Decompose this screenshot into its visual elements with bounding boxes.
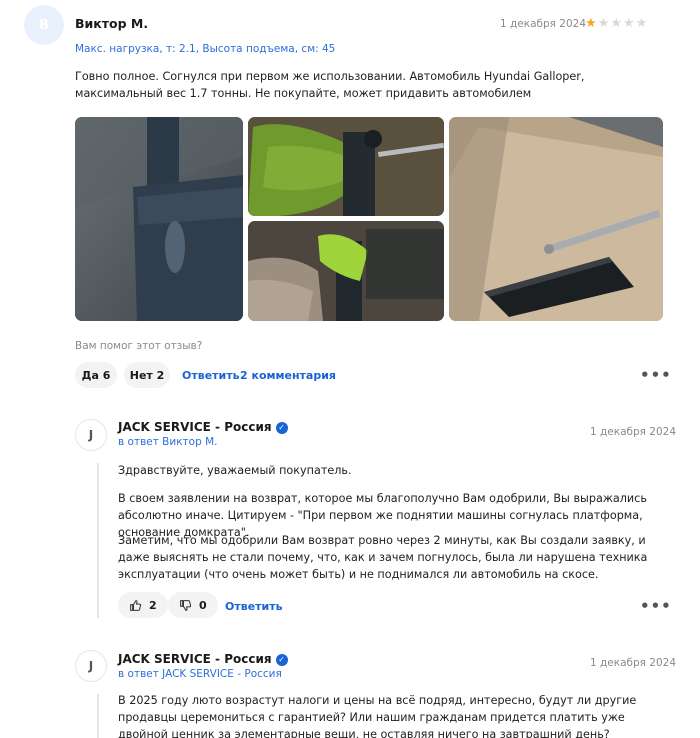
review-photo-2[interactable] <box>248 117 444 216</box>
review-author[interactable]: Виктор М. <box>75 16 148 31</box>
dislike-button[interactable]: 0 <box>168 592 218 618</box>
comment-author[interactable]: JACK SERVICE - Россия ✓ <box>118 652 288 666</box>
star-icon: ★ <box>597 16 610 31</box>
star-icon: ★ <box>610 16 622 31</box>
photo-2-image <box>248 117 444 216</box>
more-dots-icon[interactable]: ••• <box>640 597 672 615</box>
dislike-count: 0 <box>199 598 207 612</box>
comment-avatar: J <box>75 650 107 682</box>
photo-4-image <box>449 117 663 321</box>
comment-date: 1 декабря 2024 <box>590 657 677 669</box>
thumb-down-icon <box>180 599 192 611</box>
rating-stars: ★ ★ ★ ★ ★ <box>585 17 647 30</box>
comment-avatar: J <box>75 419 107 451</box>
review-photo-3[interactable] <box>248 221 444 321</box>
verified-check-icon: ✓ <box>275 421 288 434</box>
photo-3-image <box>248 221 444 321</box>
photo-1-image <box>75 117 243 321</box>
more-dots-icon[interactable]: ••• <box>640 366 672 384</box>
review-photo-1[interactable] <box>75 117 243 321</box>
comment-reply-to[interactable]: в ответ Виктор М. <box>118 436 217 448</box>
like-count: 2 <box>149 598 157 612</box>
review-photo-4[interactable] <box>449 117 663 321</box>
comments-count-link[interactable]: 2 комментария <box>240 369 336 382</box>
comment-date: 1 декабря 2024 <box>590 426 677 438</box>
verified-check-icon: ✓ <box>275 653 288 666</box>
helpful-yes-button[interactable]: Да 6 <box>75 362 117 388</box>
comment-paragraph: Заметим, что мы одобрили Вам возврат ров… <box>118 534 648 581</box>
helpful-no-button[interactable]: Нет 2 <box>124 362 170 388</box>
star-icon: ★ <box>622 16 635 31</box>
review-text: Говно полное. Согнулся при первом же исп… <box>75 70 585 100</box>
comment-reply-link[interactable]: Ответить <box>225 600 283 613</box>
comment-author-name[interactable]: JACK SERVICE - Россия <box>118 420 272 434</box>
product-specs: Макс. нагрузка, т: 2.1, Высота подъема, … <box>75 43 336 55</box>
review-avatar: В <box>24 5 64 45</box>
comment-paragraph: Здравствуйте, уважаемый покупатель. <box>118 464 352 477</box>
star-icon: ★ <box>585 16 597 31</box>
review-reply-link[interactable]: Ответить <box>182 369 240 382</box>
thumb-up-icon <box>130 599 142 611</box>
comment-author-name[interactable]: JACK SERVICE - Россия <box>118 652 272 666</box>
star-icon: ★ <box>635 16 648 31</box>
reply-thread-line <box>97 463 99 618</box>
helpful-question: Вам помог этот отзыв? <box>75 340 203 352</box>
reply-thread-line <box>97 694 99 738</box>
review-date: 1 декабря 2024 <box>500 18 587 30</box>
like-button[interactable]: 2 <box>118 592 168 618</box>
comment-paragraph: В 2025 году люто возрастут налоги и цены… <box>118 694 637 738</box>
comment-reply-to[interactable]: в ответ JACK SERVICE - Россия <box>118 668 282 680</box>
comment-author[interactable]: JACK SERVICE - Россия ✓ <box>118 420 288 434</box>
